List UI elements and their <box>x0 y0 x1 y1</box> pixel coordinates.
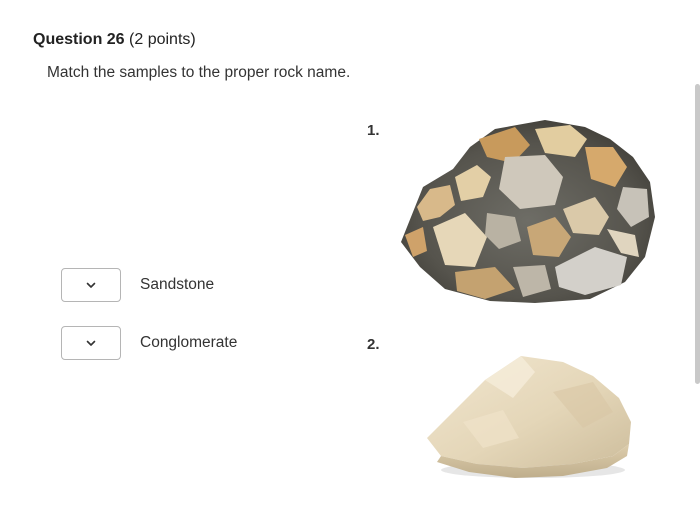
match-label-conglomerate: Conglomerate <box>140 334 238 351</box>
question-header: Question 26 (2 points) <box>33 31 196 49</box>
match-select-sandstone[interactable] <box>61 268 121 302</box>
breccia-rock-image <box>401 120 655 303</box>
chevron-down-icon <box>86 282 96 288</box>
question-points: (2 points) <box>129 31 196 48</box>
question-prompt: Match the samples to the proper rock nam… <box>47 64 351 81</box>
chevron-down-icon <box>86 340 96 346</box>
page-scrollbar[interactable] <box>695 84 700 384</box>
match-row: Sandstone <box>61 268 214 302</box>
match-label-sandstone: Sandstone <box>140 276 215 293</box>
quiz-page: Question 26 (2 points) Match the samples… <box>0 0 700 529</box>
match-row: Conglomerate <box>61 326 237 360</box>
question-title: Question 26 <box>33 31 125 48</box>
sample-number-1: 1. <box>367 122 380 139</box>
match-select-conglomerate[interactable] <box>61 326 121 360</box>
sample-number-2: 2. <box>367 336 380 353</box>
sandstone-rock-image <box>427 356 631 478</box>
